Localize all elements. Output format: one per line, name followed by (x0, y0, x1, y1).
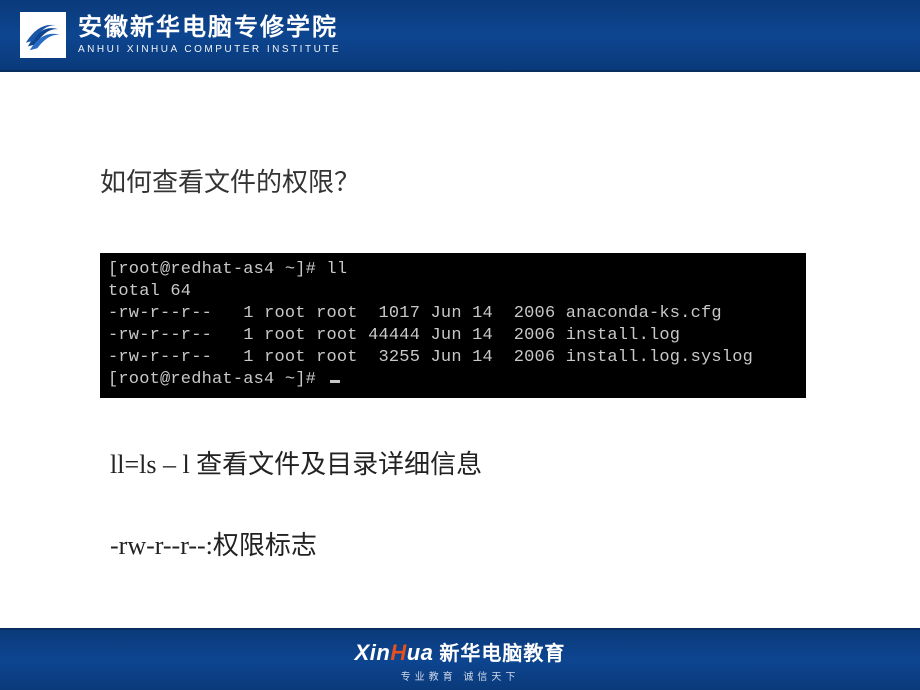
terminal-cursor-icon (330, 380, 340, 383)
terminal-row: -rw-r--r-- 1 root root 44444 Jun 14 2006… (108, 326, 680, 345)
terminal-row: -rw-r--r-- 1 root root 3255 Jun 14 2006 … (108, 348, 753, 367)
institute-name-cn: 安徽新华电脑专修学院 (78, 15, 341, 41)
header-bar: 安徽新华电脑专修学院 ANHUI XINHUA COMPUTER INSTITU… (0, 0, 920, 72)
terminal-row: -rw-r--r-- 1 root root 1017 Jun 14 2006 … (108, 304, 722, 323)
footer-brand: XinHua 新华电脑教育 (355, 637, 566, 666)
terminal-prompt-line: [root@redhat-as4 ~]# ll (108, 260, 347, 279)
footer-bar: XinHua 新华电脑教育 专业教育 诚信天下 (0, 628, 920, 690)
slide-question: 如何查看文件的权限？ (100, 162, 820, 199)
slide-content: 如何查看文件的权限？ [root@redhat-as4 ~]# ll total… (0, 72, 920, 562)
footer-tagline: 专业教育 诚信天下 (0, 668, 920, 683)
slide-note-1: ll=ls – l 查看文件及目录详细信息 (110, 444, 820, 481)
terminal-prompt-line: [root@redhat-as4 ~]# (108, 370, 326, 389)
header-text-block: 安徽新华电脑专修学院 ANHUI XINHUA COMPUTER INSTITU… (78, 15, 341, 54)
footer-brand-cn: 新华电脑教育 (439, 637, 565, 666)
terminal-output: [root@redhat-as4 ~]# ll total 64 -rw-r--… (100, 253, 806, 398)
footer-brand-en: XinHua (355, 640, 434, 666)
logo-swoosh-icon (24, 16, 62, 54)
slide-note-2: -rw-r--r--:权限标志 (110, 525, 820, 562)
institute-logo (20, 12, 66, 58)
terminal-total-line: total 64 (108, 282, 191, 301)
institute-name-en: ANHUI XINHUA COMPUTER INSTITUTE (78, 44, 341, 55)
